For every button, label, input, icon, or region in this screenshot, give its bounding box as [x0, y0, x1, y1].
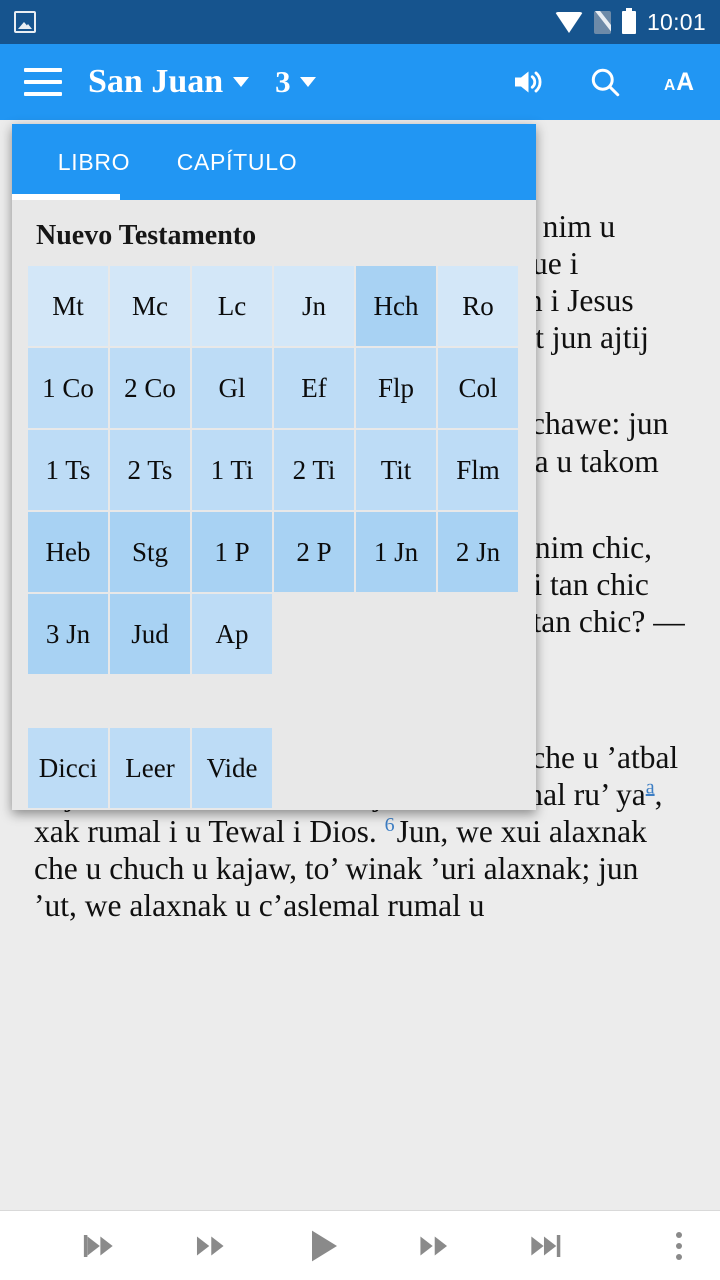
book-cell-mc[interactable]: Mc — [110, 266, 190, 346]
book-cell-2-jn[interactable]: 2 Jn — [438, 512, 518, 592]
book-cell-2-co[interactable]: 2 Co — [110, 348, 190, 428]
hamburger-menu-icon[interactable] — [24, 68, 62, 96]
book-selector-label: San Juan — [88, 63, 224, 100]
book-cell-heb[interactable]: Heb — [28, 512, 108, 592]
extra-cell-leer[interactable]: Leer — [110, 728, 190, 808]
book-cell-ro[interactable]: Ro — [438, 266, 518, 346]
section-title-nuevo-testamento: Nuevo Testamento — [36, 220, 257, 251]
font-size-icon[interactable]: A A — [664, 63, 702, 101]
book-cell-lc[interactable]: Lc — [192, 266, 272, 346]
book-cell-1-ts[interactable]: 1 Ts — [28, 430, 108, 510]
book-cell-3-jn[interactable]: 3 Jn — [28, 594, 108, 674]
book-cell-ap[interactable]: Ap — [192, 594, 272, 674]
book-picker-panel: LIBRO CAPÍTULO Nuevo Testamento Mt Mc Lc Jn… — [12, 124, 536, 810]
book-cell-gl[interactable]: Gl — [192, 348, 272, 428]
book-cell-mt[interactable]: Mt — [28, 266, 108, 346]
app-screen: 10:01 San Juan 3 A A nim u i i Jesus jun… — [0, 0, 720, 1280]
svg-text:A: A — [664, 77, 675, 94]
app-bar: San Juan 3 A A — [0, 44, 720, 120]
book-selector[interactable]: San Juan — [88, 63, 250, 101]
book-cell-2-p[interactable]: 2 P — [274, 512, 354, 592]
overflow-menu-icon[interactable] — [644, 1211, 714, 1280]
book-cell-flp[interactable]: Flp — [356, 348, 436, 428]
book-cell-1-jn[interactable]: 1 Jn — [356, 512, 436, 592]
tab-libro[interactable]: LIBRO — [40, 124, 148, 200]
skip-next-icon[interactable] — [520, 1220, 572, 1272]
chapter-selector[interactable]: 3 — [275, 64, 316, 100]
book-cell-flm[interactable]: Flm — [438, 430, 518, 510]
fast-forward-icon[interactable] — [408, 1220, 460, 1272]
book-cell-1-p[interactable]: 1 P — [192, 512, 272, 592]
tab-selected-indicator — [12, 194, 120, 200]
status-bar-right: 10:01 — [554, 7, 706, 36]
footnote-ref-a[interactable]: a — [646, 776, 655, 798]
play-icon[interactable] — [296, 1220, 348, 1272]
chevron-down-icon — [233, 77, 250, 87]
book-cell-tit[interactable]: Tit — [356, 430, 436, 510]
book-cell-1-ti[interactable]: 1 Ti — [192, 430, 272, 510]
status-bar-left — [14, 11, 555, 33]
book-cell-2-ti[interactable]: 2 Ti — [274, 430, 354, 510]
book-cell-hch[interactable]: Hch — [356, 266, 436, 346]
transport-controls — [0, 1220, 644, 1272]
image-icon — [14, 11, 36, 33]
battery-full-icon — [621, 7, 636, 34]
tab-capitulo[interactable]: CAPÍTULO — [162, 124, 312, 200]
book-picker-body: Nuevo Testamento Mt Mc Lc Jn Hch Ro 1 Co 2 Co Gl… — [12, 200, 536, 810]
sim-card-off-icon — [593, 10, 611, 34]
book-cell-jn[interactable]: Jn — [274, 266, 354, 346]
book-cell-2-ts[interactable]: 2 Ts — [110, 430, 190, 510]
book-cell-jud[interactable]: Jud — [110, 594, 190, 674]
book-cell-ef[interactable]: Ef — [274, 348, 354, 428]
rewind-icon[interactable] — [184, 1220, 236, 1272]
search-icon[interactable] — [586, 63, 624, 101]
book-cell-stg[interactable]: Stg — [110, 512, 190, 592]
app-bar-actions: A A — [508, 63, 702, 101]
extra-cell-vide[interactable]: Vide — [192, 728, 272, 808]
book-cell-col[interactable]: Col — [438, 348, 518, 428]
chevron-down-icon — [299, 77, 316, 87]
book-picker-tabs: LIBRO CAPÍTULO — [12, 124, 536, 200]
status-bar: 10:01 — [0, 0, 720, 44]
extra-cell-dicci[interactable]: Dicci — [28, 728, 108, 808]
book-grid: Mt Mc Lc Jn Hch Ro 1 Co 2 Co Gl Ef Flp Col 1 Ts 2 Ts 1… — [28, 266, 520, 674]
wifi-icon — [554, 11, 583, 33]
status-bar-clock: 10:01 — [646, 8, 706, 35]
speaker-volume-icon[interactable] — [508, 63, 546, 101]
audio-player-bar — [0, 1210, 720, 1280]
extras-grid: Dicci Leer Vide — [28, 728, 520, 808]
chapter-selector-label: 3 — [275, 64, 291, 99]
svg-text:A: A — [676, 69, 694, 96]
verse-number: 6 — [384, 813, 395, 836]
skip-previous-icon[interactable] — [72, 1220, 124, 1272]
book-cell-1-co[interactable]: 1 Co — [28, 348, 108, 428]
